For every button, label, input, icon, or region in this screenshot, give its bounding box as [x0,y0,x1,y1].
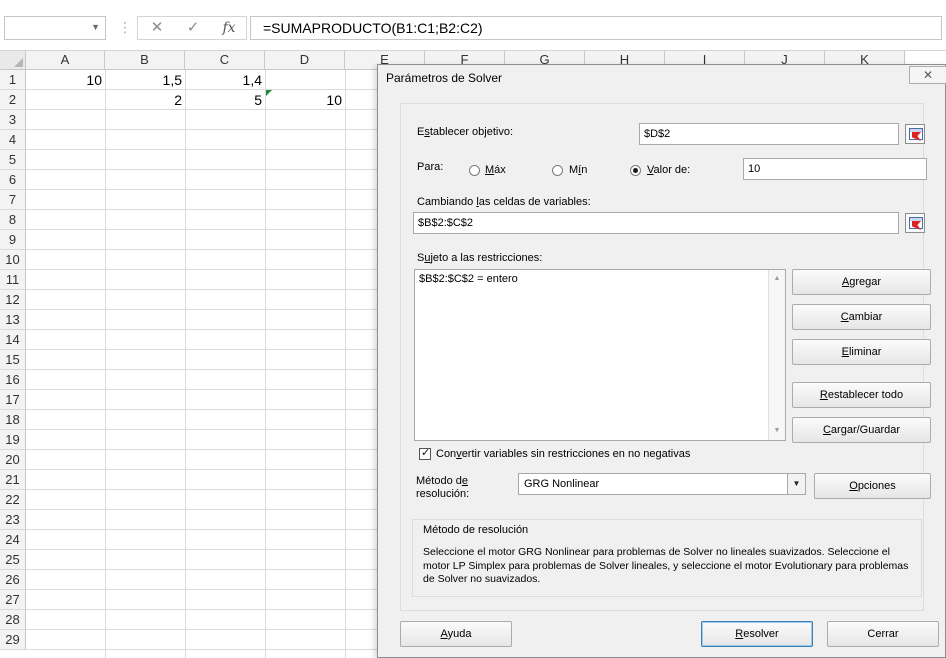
constraints-list[interactable]: $B$2:$C$2 = entero ▲ ▼ [414,269,786,441]
nonnegative-label: Convertir variables sin restricciones en… [436,448,691,460]
cell-B2[interactable]: 2 [106,90,182,110]
cell-B1[interactable]: 1,5 [106,70,182,90]
objective-input[interactable]: $D$2 [639,123,899,145]
cell-D2[interactable]: 10 [266,90,342,110]
cell-C2[interactable]: 5 [186,90,262,110]
row-header[interactable]: 24 [0,530,26,550]
insert-function-icon[interactable]: fx [214,17,244,39]
value-of-radio[interactable] [630,165,641,176]
row-header[interactable]: 21 [0,470,26,490]
chevron-down-icon[interactable]: ▼ [91,22,100,32]
formula-input[interactable]: =SUMAPRODUCTO(B1:C1;B2:C2) [250,16,942,40]
nonnegative-checkbox[interactable] [419,446,431,460]
row-header[interactable]: 15 [0,350,26,370]
constraints-label: Sujeto a las restricciones: [417,252,543,264]
row-header[interactable]: 17 [0,390,26,410]
scroll-up-icon[interactable]: ▲ [769,272,785,286]
objective-label: Establecer objetivo: [417,126,514,138]
column-header[interactable]: D [265,51,345,70]
min-label: Mín [569,164,588,176]
solver-parameters-dialog: Parámetros de Solver ✕ Establecer objeti… [377,64,946,658]
row-header[interactable]: 10 [0,250,26,270]
row-header[interactable]: 29 [0,630,26,650]
help-button[interactable]: Ayuda [400,621,512,647]
row-header[interactable]: 2 [0,90,26,110]
method-selected-value: GRG Nonlinear [524,478,600,490]
column-header[interactable]: C [185,51,265,70]
add-button[interactable]: Agregar [792,269,931,295]
collapse-range-icon[interactable] [905,124,925,144]
formula-bar: ▼ ⋮ ✕ ✓ fx =SUMAPRODUCTO(B1:C1;B2:C2) [0,6,946,51]
row-header[interactable]: 9 [0,230,26,250]
change-button[interactable]: Cambiar [792,304,931,330]
row-header[interactable]: 27 [0,590,26,610]
constraints-scrollbar[interactable]: ▲ ▼ [768,270,785,440]
cell-A1[interactable]: 10 [26,70,102,90]
cell-error-indicator-icon [266,90,272,96]
row-header[interactable]: 26 [0,570,26,590]
variables-label: Cambiando las celdas de variables: [417,196,591,208]
reset-all-button[interactable]: Restablecer todo [792,382,931,408]
row-header[interactable]: 13 [0,310,26,330]
cancel-icon[interactable]: ✕ [142,17,172,39]
column-header[interactable]: A [26,51,105,70]
row-header[interactable]: 28 [0,610,26,630]
enter-icon[interactable]: ✓ [178,17,208,39]
method-description-group: Método de resolución Seleccione el motor… [412,519,922,597]
row-header[interactable]: 23 [0,510,26,530]
formula-bar-grip-icon[interactable]: ⋮ [118,18,132,36]
method-select[interactable]: GRG Nonlinear ▼ [518,473,806,495]
method-label: Método de resolución: [416,475,470,500]
row-header[interactable]: 14 [0,330,26,350]
value-of-label: Valor de: [647,164,691,176]
close-icon[interactable]: ✕ [909,66,946,84]
scroll-down-icon[interactable]: ▼ [769,424,785,438]
dialog-title: Parámetros de Solver [386,71,503,85]
to-label: Para: [417,161,444,173]
max-radio[interactable] [469,165,480,176]
formula-buttons: ✕ ✓ fx [137,16,247,40]
row-header[interactable]: 18 [0,410,26,430]
row-header[interactable]: 8 [0,210,26,230]
name-box[interactable]: ▼ [4,16,106,40]
row-header[interactable]: 11 [0,270,26,290]
row-header[interactable]: 20 [0,450,26,470]
row-header[interactable]: 4 [0,130,26,150]
row-header[interactable]: 3 [0,110,26,130]
collapse-range-icon[interactable] [905,213,925,233]
method-group-title: Método de resolución [423,524,529,536]
row-header[interactable]: 7 [0,190,26,210]
method-group-description: Seleccione el motor GRG Nonlinear para p… [423,546,909,585]
delete-button[interactable]: Eliminar [792,339,931,365]
column-header[interactable]: B [105,51,185,70]
load-save-button[interactable]: Cargar/Guardar [792,417,931,443]
row-header[interactable]: 6 [0,170,26,190]
row-header[interactable]: 12 [0,290,26,310]
max-label: Máx [485,164,506,176]
variables-input[interactable]: $B$2:$C$2 [413,212,899,234]
options-button[interactable]: Opciones [814,473,931,499]
chevron-down-icon[interactable]: ▼ [787,474,805,494]
row-header[interactable]: 1 [0,70,26,90]
row-header[interactable]: 22 [0,490,26,510]
value-of-input[interactable]: 10 [743,158,927,180]
list-item[interactable]: $B$2:$C$2 = entero [419,273,518,285]
close-button[interactable]: Cerrar [827,621,939,647]
min-radio[interactable] [552,165,563,176]
row-header[interactable]: 25 [0,550,26,570]
cell-C1[interactable]: 1,4 [186,70,262,90]
select-all-corner[interactable] [0,51,26,70]
row-header[interactable]: 19 [0,430,26,450]
row-header[interactable]: 16 [0,370,26,390]
row-header[interactable]: 5 [0,150,26,170]
solve-button[interactable]: Resolver [701,621,813,647]
